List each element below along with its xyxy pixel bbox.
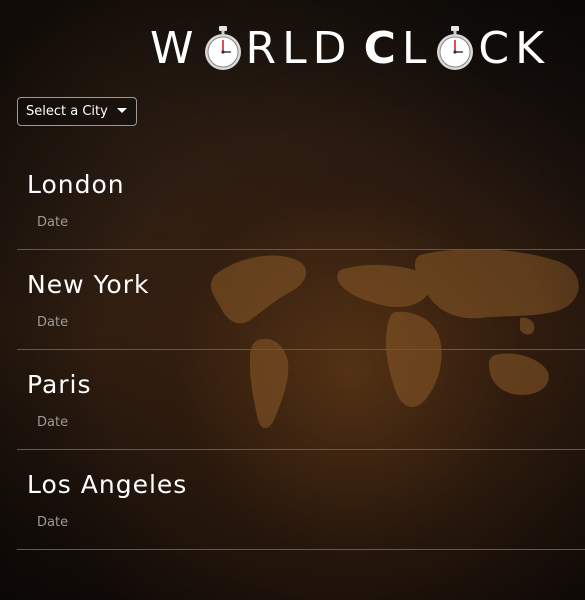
caret-down-icon [117, 108, 127, 113]
city-name: London [27, 170, 125, 199]
city-date: Date [37, 415, 69, 430]
city-name: Los Angeles [27, 470, 188, 499]
city-item-los-angeles: Los Angeles Date [17, 450, 585, 550]
city-item-new-york: New York Date [17, 250, 585, 350]
select-city-dropdown[interactable]: Select a City [17, 97, 137, 126]
city-date: Date [37, 515, 69, 530]
city-item-london: London Date [17, 150, 585, 250]
app-title: W RLD C L CK [150, 22, 550, 74]
stopwatch-icon [204, 26, 241, 70]
title-letter: W [150, 22, 200, 74]
title-letter: C [363, 22, 402, 74]
city-name: Paris [27, 370, 92, 399]
title-letters: RLD [245, 22, 353, 74]
title-letter: L [401, 22, 433, 74]
city-list: London Date New York Date Paris Date Los… [17, 150, 585, 550]
select-city-label: Select a City [26, 104, 108, 119]
city-item-paris: Paris Date [17, 350, 585, 450]
city-name: New York [27, 270, 150, 299]
city-date: Date [37, 315, 69, 330]
stopwatch-icon [437, 26, 474, 70]
city-date: Date [37, 215, 69, 230]
title-letters: CK [478, 22, 550, 74]
